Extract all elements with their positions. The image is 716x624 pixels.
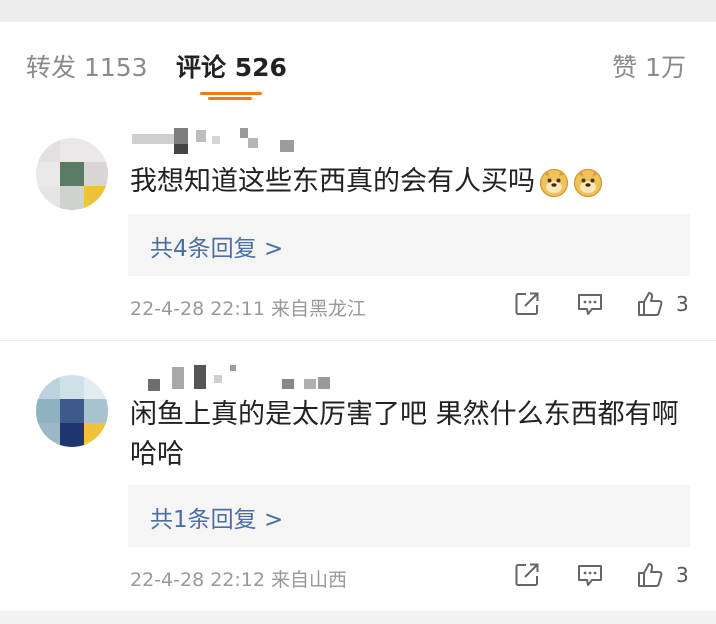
username-redacted[interactable] — [132, 128, 342, 158]
tab-comments[interactable]: 评论 526 — [176, 48, 287, 84]
like-count: 3 — [676, 292, 689, 316]
tab-likes[interactable]: 赞 1万 — [612, 48, 686, 84]
replies-box[interactable]: 共1条回复 > — [128, 485, 690, 547]
avatar[interactable] — [36, 138, 108, 210]
active-tab-indicator — [200, 92, 262, 100]
comment-text: 闲鱼上真的是太厉害了吧 果然什么东西都有啊哈哈 — [130, 399, 679, 470]
thumbs-up-icon[interactable] — [636, 290, 664, 318]
comment-item: 闲鱼上真的是太厉害了吧 果然什么东西都有啊哈哈 共1条回复 > 22-4-28 … — [0, 341, 716, 612]
bottom-divider — [0, 612, 716, 624]
doge-icon — [573, 168, 603, 197]
comment-meta: 22-4-28 22:12 来自山西 — [130, 569, 347, 591]
like-count: 3 — [676, 563, 689, 587]
tab-bar: 转发 1153 评论 526 赞 1万 — [0, 22, 716, 105]
comment-icon[interactable] — [576, 561, 604, 589]
comment-body: 我想知道这些东西真的会有人买吗 — [130, 166, 535, 197]
top-status-strip — [0, 0, 716, 22]
comment-item: 我想知道这些东西真的会有人买吗 共4条回复 > 22-4-28 22:11 来自… — [0, 104, 716, 341]
share-icon[interactable] — [513, 290, 541, 318]
username-redacted[interactable] — [132, 365, 342, 395]
comment-icon[interactable] — [576, 290, 604, 318]
view-replies-link[interactable]: 共1条回复 > — [150, 500, 283, 534]
tab-repost[interactable]: 转发 1153 — [26, 48, 148, 84]
view-replies-link[interactable]: 共4条回复 > — [150, 229, 283, 263]
thumbs-up-icon[interactable] — [636, 561, 664, 589]
replies-box[interactable]: 共4条回复 > — [128, 214, 690, 276]
comment-text: 我想知道这些东西真的会有人买吗 — [130, 162, 688, 202]
doge-icon — [539, 168, 569, 197]
share-icon[interactable] — [513, 561, 541, 589]
comment-meta: 22-4-28 22:11 来自黑龙江 — [130, 298, 366, 320]
avatar[interactable] — [36, 375, 108, 447]
